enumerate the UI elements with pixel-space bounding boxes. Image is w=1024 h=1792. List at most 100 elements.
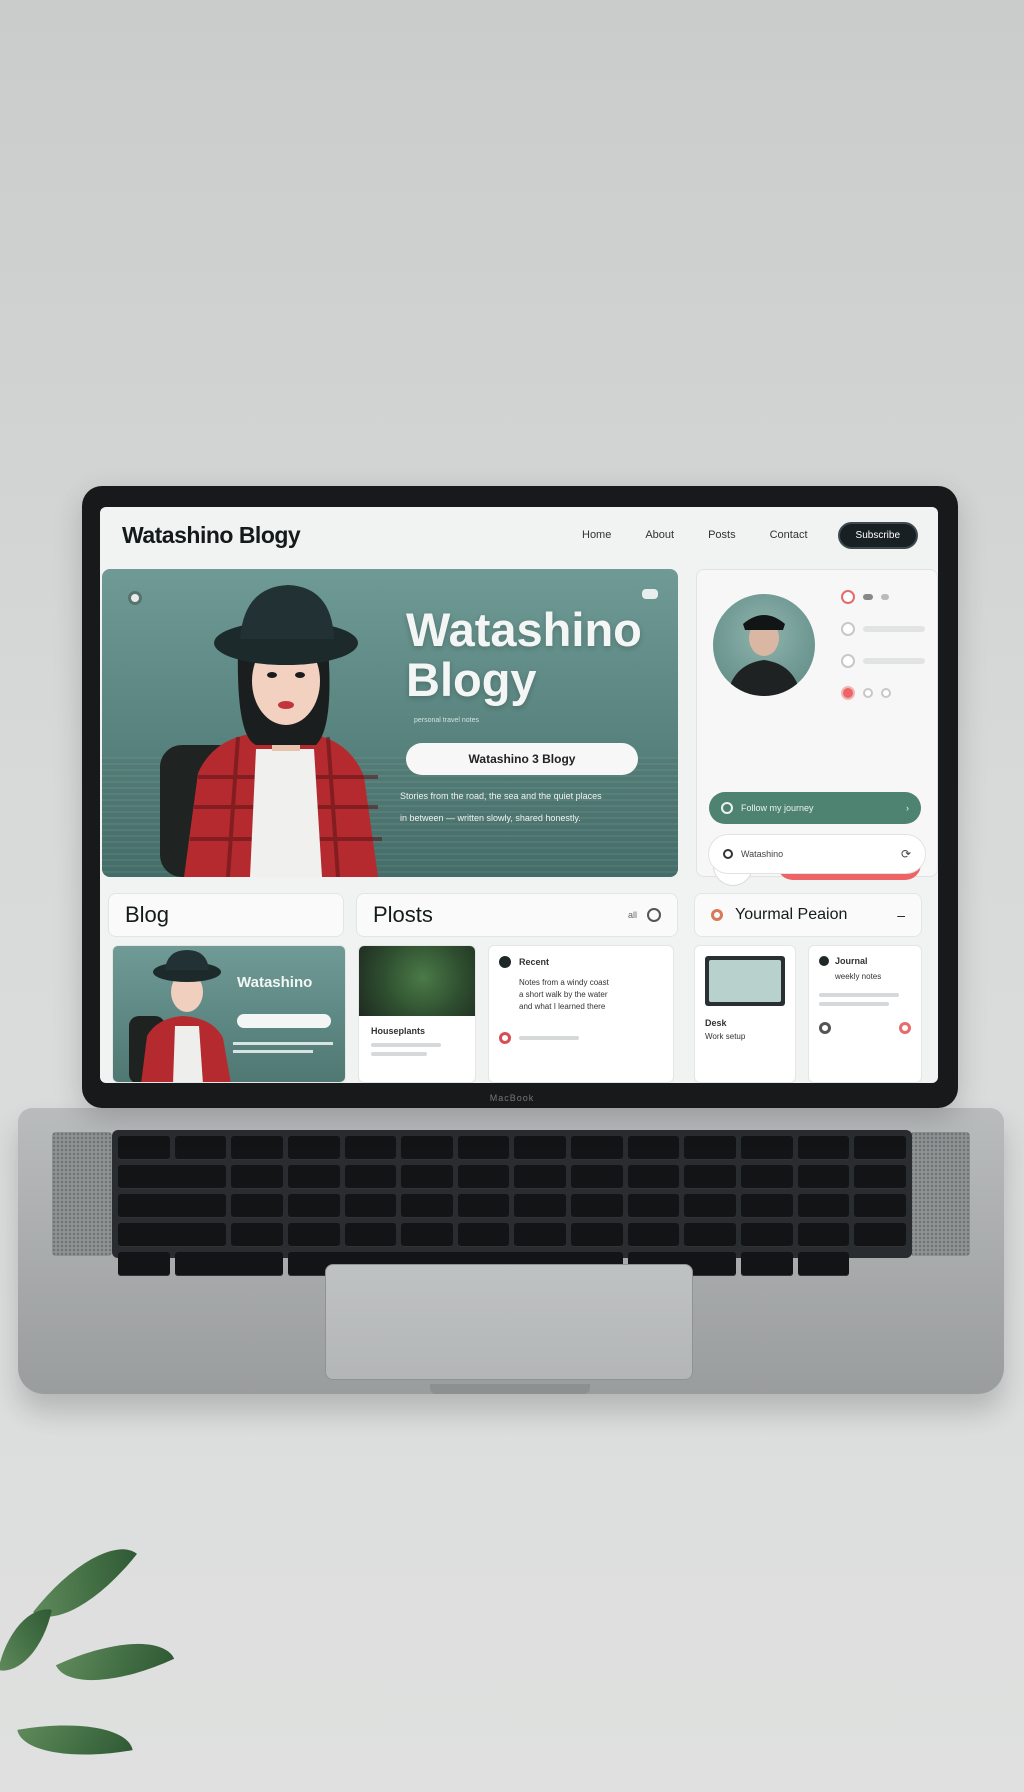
journal-card[interactable]: Journal weekly notes — [808, 945, 922, 1083]
sidebar-footer-label: Watashino — [741, 849, 784, 859]
keyboard-key — [514, 1194, 567, 1218]
keyboard-key — [797, 1165, 850, 1189]
keyboard-key — [514, 1223, 567, 1247]
nav-link-about[interactable]: About — [645, 529, 674, 541]
keyboard-key — [571, 1194, 623, 1218]
keyboard-key — [344, 1194, 397, 1218]
trackpad[interactable] — [325, 1264, 693, 1380]
keyboard-key — [401, 1194, 453, 1218]
hero-text-line: Stories from the road, the sea and the q… — [400, 791, 602, 801]
refresh-icon[interactable]: ⟳ — [901, 847, 911, 861]
keyboard-key — [231, 1165, 283, 1189]
desk-card[interactable]: Desk Work setup — [694, 945, 796, 1083]
plant-card-title: Houseplants — [371, 1026, 426, 1036]
journal-card-header: Journal — [819, 956, 911, 966]
sidebar-row[interactable] — [841, 622, 925, 636]
compass-icon — [711, 909, 723, 921]
site-logo[interactable]: Watashino Blogy — [122, 522, 301, 549]
arrow-icon: › — [906, 803, 909, 813]
post-card-line: and what I learned there — [519, 1002, 606, 1011]
plant-leaf — [0, 1601, 52, 1679]
keyboard-key — [797, 1223, 850, 1247]
record-icon — [841, 686, 855, 700]
keyboard-key — [118, 1136, 170, 1160]
desk-card-title: Desk — [705, 1018, 727, 1028]
share-icon — [863, 688, 873, 698]
keyboard-key — [344, 1165, 397, 1189]
hero-badge-icon — [642, 589, 658, 599]
nav-link-posts[interactable]: Posts — [708, 529, 736, 541]
author-avatar-icon — [499, 956, 511, 968]
plant-card-lines — [359, 1043, 475, 1056]
nav-link-home[interactable]: Home — [582, 529, 611, 541]
hero-cta-button[interactable]: Watashino 3 Blogy — [406, 743, 638, 775]
keyboard-key — [627, 1223, 680, 1247]
plant-leaf — [55, 1618, 175, 1706]
sidebar-row[interactable] — [841, 686, 891, 700]
blog-card-button[interactable] — [237, 1014, 331, 1028]
keyboard-key — [118, 1223, 227, 1247]
keyboard-key — [627, 1136, 680, 1160]
keyboard-key — [457, 1165, 510, 1189]
bar — [863, 594, 873, 600]
sidebar-row[interactable] — [841, 590, 889, 604]
device-brand: MacBook — [489, 1093, 535, 1103]
keyboard-key — [684, 1194, 737, 1218]
keyboard-key — [741, 1223, 793, 1247]
keyboard-key — [741, 1165, 793, 1189]
sidebar-row[interactable] — [841, 654, 925, 668]
keyboard-key — [627, 1165, 680, 1189]
blog-card-person-illustration — [129, 950, 231, 1082]
keyboard-key — [571, 1136, 623, 1160]
section-personal[interactable]: Yourmal Peaion – — [694, 893, 922, 937]
minus-icon[interactable]: – — [897, 907, 905, 923]
text-line — [819, 993, 899, 997]
comment-icon[interactable] — [819, 1022, 831, 1034]
keyboard — [112, 1130, 912, 1276]
text-line — [519, 1036, 579, 1040]
blog-card[interactable]: Watashino — [112, 945, 346, 1083]
journal-card-actions — [819, 1022, 911, 1034]
avatar-person-icon — [727, 615, 801, 696]
plant-card[interactable]: Houseplants — [358, 945, 476, 1083]
keyboard-key — [797, 1136, 850, 1160]
keyboard-key — [118, 1165, 227, 1189]
keyboard-key — [344, 1136, 397, 1160]
keyboard-key — [797, 1194, 850, 1218]
keyboard-key — [741, 1194, 793, 1218]
bar — [863, 658, 925, 664]
profile-sidebar: Follow my journey › ➤ Blogger — [696, 569, 938, 886]
keyboard-key — [118, 1252, 170, 1276]
sidebar-footer: Watashino ⟳ — [708, 834, 926, 874]
search-icon[interactable] — [647, 908, 661, 922]
hero-person-illustration — [160, 585, 382, 877]
keyboard-key — [684, 1165, 737, 1189]
link-icon — [723, 849, 733, 859]
keyboard-key — [401, 1223, 453, 1247]
hero-banner: Watashino Blogy personal travel notes Wa… — [102, 569, 678, 877]
post-card[interactable]: Recent Notes from a windy coast a short … — [488, 945, 674, 1083]
speaker-grille — [910, 1132, 970, 1256]
subscribe-button[interactable]: Subscribe — [837, 521, 918, 549]
nav-link-contact[interactable]: Contact — [770, 529, 808, 541]
keyboard-key — [457, 1194, 510, 1218]
blog-card-line — [233, 1042, 333, 1045]
follow-button[interactable]: Follow my journey › — [709, 792, 921, 824]
keyboard-key — [627, 1194, 680, 1218]
keyboard-key — [287, 1223, 340, 1247]
like-icon[interactable] — [499, 1032, 511, 1044]
browser-screen: Watashino Blogy Home About Posts Contact… — [100, 507, 938, 1083]
section-posts[interactable]: Plosts all — [356, 893, 678, 937]
section-blog[interactable]: Blog — [108, 893, 344, 937]
bell-icon — [841, 654, 855, 668]
keyboard-key — [231, 1223, 283, 1247]
heart-icon[interactable] — [899, 1022, 911, 1034]
keyboard-key — [401, 1165, 453, 1189]
keyboard-key — [571, 1165, 623, 1189]
post-card-header: Recent — [499, 956, 663, 968]
keyboard-key — [514, 1165, 567, 1189]
avatar[interactable] — [713, 594, 815, 696]
keyboard-key — [118, 1194, 227, 1218]
journal-card-sub: weekly notes — [835, 972, 882, 981]
keyboard-key — [684, 1223, 737, 1247]
